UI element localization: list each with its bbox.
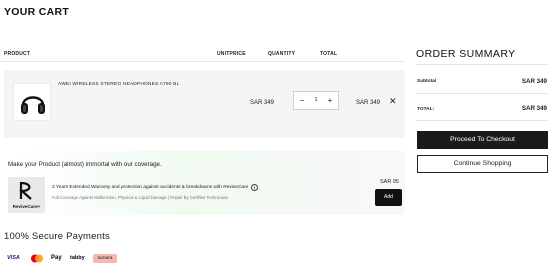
header-divider: [0, 61, 405, 62]
revivecare-mark-icon: [19, 181, 32, 200]
mastercard-logo: [30, 254, 44, 263]
cart-item-row: AWEI WIRELESS STEREO HEADPHONES A790 BL …: [4, 70, 405, 138]
product-image[interactable]: [13, 83, 51, 121]
tamara-logo: tamara: [93, 254, 117, 263]
info-icon[interactable]: i: [251, 184, 258, 191]
headphones-icon: [21, 96, 45, 114]
quantity-stepper: − 1 +: [293, 91, 339, 110]
row-total-value: SAR 349: [356, 100, 381, 106]
subtotal-value: SAR 349: [521, 78, 547, 85]
total-value: SAR 349: [521, 105, 547, 112]
warranty-coverage-details: Full Coverage Against Malfunction, Physi…: [52, 195, 229, 200]
add-warranty-button[interactable]: Add: [375, 189, 402, 206]
apple-pay-label: Pay: [51, 255, 62, 261]
visa-logo: VISA: [7, 255, 20, 261]
quantity-value[interactable]: 1: [309, 92, 323, 109]
product-name[interactable]: AWEI WIRELESS STEREO HEADPHONES A790 BL: [58, 82, 179, 87]
secure-payments-title: 100% Secure Payments: [4, 231, 110, 242]
proceed-to-checkout-button[interactable]: Proceed To Checkout: [417, 131, 548, 149]
column-header-unit-price: UNITPRICE: [217, 51, 246, 57]
summary-divider: [416, 93, 548, 94]
column-header-total: TOTAL: [320, 51, 338, 57]
warranty-price: SAR 95: [380, 179, 399, 185]
apple-pay-logo: Pay: [51, 254, 62, 263]
decrease-quantity-button[interactable]: −: [296, 94, 308, 107]
warranty-description: 2 Years Extended Warranty and protection…: [52, 185, 249, 190]
continue-shopping-button[interactable]: Continue Shopping: [417, 155, 548, 173]
warranty-title: Make your Product (almost) immortal with…: [8, 161, 162, 168]
warranty-offer-card: Make your Product (almost) immortal with…: [4, 151, 405, 215]
revivecare-logo: ReviveCare+: [8, 177, 45, 213]
summary-divider: [416, 64, 548, 65]
page-title: YOUR CART: [4, 6, 70, 18]
unit-price-value: SAR 349: [250, 100, 275, 106]
increase-quantity-button[interactable]: +: [324, 94, 336, 107]
revivecare-logo-text: ReviveCare+: [12, 204, 41, 209]
tabby-logo: tabby: [70, 255, 85, 261]
column-header-quantity: QUANTITY: [268, 51, 296, 57]
total-label: TOTAL:: [417, 107, 435, 112]
remove-item-icon[interactable]: ✕: [389, 97, 397, 106]
column-header-product: PRODUCT: [4, 51, 31, 57]
mastercard-icon: [31, 254, 43, 263]
order-summary-title: ORDER SUMMARY: [416, 48, 516, 60]
subtotal-label: Subtotal: [417, 79, 437, 84]
summary-divider: [416, 120, 548, 121]
